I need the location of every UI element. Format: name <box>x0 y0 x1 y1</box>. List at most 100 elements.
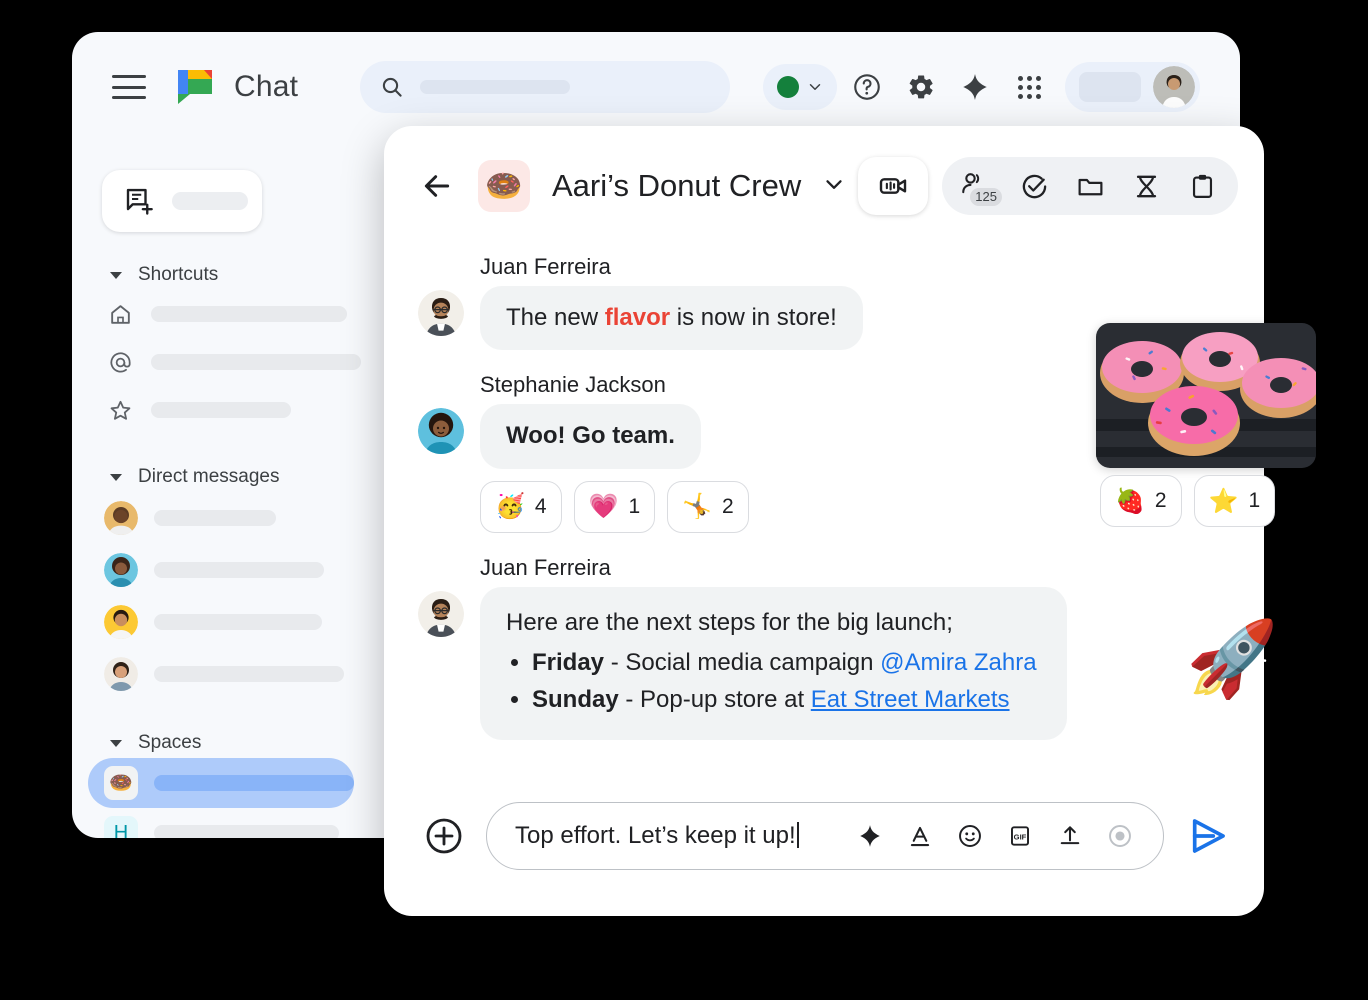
back-arrow-icon[interactable] <box>418 167 456 205</box>
message-sender: Juan Ferreira <box>480 254 1234 280</box>
screenshot-stage: Chat <box>0 0 1368 1000</box>
sidebar-item-space-h[interactable]: H <box>102 808 402 838</box>
plus-circle-icon <box>424 816 464 856</box>
svg-text:GIF: GIF <box>1014 832 1027 841</box>
upload-icon <box>1057 823 1083 849</box>
sidebar-item-label-bar <box>151 306 347 322</box>
sidebar-item-home[interactable] <box>102 290 402 338</box>
record-button[interactable] <box>1103 819 1137 853</box>
direct-messages-section-header[interactable]: Direct messages <box>102 462 402 492</box>
folder-icon <box>1076 172 1105 201</box>
gif-icon: GIF <box>1007 823 1033 849</box>
bullet-text: - Social media campaign <box>604 649 880 676</box>
sidebar-item-dm[interactable] <box>102 648 402 700</box>
clipboard-button[interactable] <box>1176 162 1228 210</box>
files-button[interactable] <box>1064 162 1116 210</box>
chevron-down-icon[interactable] <box>821 171 847 202</box>
tool-group: 125 <box>942 157 1238 215</box>
reaction-chip[interactable]: 🥳 4 <box>480 481 562 533</box>
record-icon <box>1107 823 1133 849</box>
shortcuts-section-header[interactable]: Shortcuts <box>102 260 402 290</box>
send-button[interactable] <box>1186 814 1230 858</box>
person-3-avatar <box>104 605 138 639</box>
party-face-emoji-icon: 🥳 <box>495 492 525 521</box>
tasks-button[interactable] <box>1008 162 1060 210</box>
sidebar-item-label-bar <box>154 562 324 578</box>
external-link[interactable]: Eat Street Markets <box>811 686 1010 713</box>
stephanie-avatar <box>418 408 464 454</box>
reaction-chip[interactable]: ⭐ 1 <box>1194 475 1276 527</box>
message-bubble: Woo! Go team. <box>480 404 701 468</box>
google-chat-logo <box>174 66 216 108</box>
emoji-button[interactable] <box>953 819 987 853</box>
compose-bar: Top effort. Let’s keep it up! <box>384 802 1264 870</box>
sparkle-icon <box>960 72 990 102</box>
reaction-count: 1 <box>628 495 640 519</box>
reaction-count: 4 <box>535 495 547 519</box>
sidebar-item-mentions[interactable] <box>102 338 402 386</box>
home-icon <box>107 301 133 327</box>
top-bar-actions <box>763 62 1200 112</box>
video-camera-icon <box>877 170 909 202</box>
sidebar-item-dm[interactable] <box>102 596 402 648</box>
mention-link[interactable]: @Amira Zahra <box>880 649 1036 676</box>
bullet-item: Friday - Social media campaign @Amira Za… <box>532 647 1037 679</box>
add-attachment-button[interactable] <box>424 816 464 856</box>
reaction-chip[interactable]: 💗 1 <box>574 481 656 533</box>
photo-reaction-list: 🍓 2 ⭐ 1 <box>1100 475 1275 527</box>
start-meeting-button[interactable] <box>858 157 928 215</box>
star-emoji-icon: ⭐ <box>1209 487 1239 516</box>
status-selector[interactable] <box>763 64 837 110</box>
star-icon <box>107 397 133 423</box>
spaces-section-header[interactable]: Spaces <box>102 728 402 758</box>
sidebar-item-label-bar <box>154 775 354 791</box>
compose-tools: GIF <box>853 819 1137 853</box>
format-text-icon <box>907 823 933 849</box>
text-cursor <box>797 822 799 848</box>
bullet-day: Friday <box>532 649 604 676</box>
format-text-button[interactable] <box>903 819 937 853</box>
settings-button[interactable] <box>897 63 945 111</box>
message-input[interactable]: Top effort. Let’s keep it up! <box>486 802 1164 870</box>
reaction-chip[interactable]: 🍓 2 <box>1100 475 1182 527</box>
chevron-down-icon <box>806 78 824 96</box>
sidebar-item-dm[interactable] <box>102 492 402 544</box>
search-placeholder-bar <box>420 80 570 94</box>
sidebar-item-space-donut[interactable]: 🍩 <box>88 758 354 808</box>
new-chat-button[interactable] <box>102 170 262 232</box>
gemini-compose-button[interactable] <box>853 819 887 853</box>
account-chip[interactable] <box>1065 62 1200 112</box>
apps-button[interactable] <box>1005 63 1053 111</box>
upload-button[interactable] <box>1053 819 1087 853</box>
message-input-text: Top effort. Let’s keep it up! <box>515 822 796 849</box>
gemini-button[interactable] <box>951 63 999 111</box>
status-dot <box>777 76 799 98</box>
check-circle-icon <box>1020 172 1049 201</box>
message-bullet-list: Friday - Social media campaign @Amira Za… <box>532 647 1037 716</box>
message-sender: Juan Ferreira <box>480 555 1234 581</box>
section-label: Shortcuts <box>138 264 218 286</box>
sidebar-item-label-bar <box>154 510 276 526</box>
reaction-count: 2 <box>1155 489 1167 513</box>
sidebar-section-spaces: Spaces 🍩 H 🍭 🥳 <box>102 728 402 838</box>
gif-button[interactable]: GIF <box>1003 819 1037 853</box>
hamburger-menu-icon[interactable] <box>112 75 146 99</box>
sidebar-section-direct-messages: Direct messages <box>102 462 402 700</box>
sidebar-item-label-bar <box>151 354 361 370</box>
help-button[interactable] <box>843 63 891 111</box>
person-2-avatar <box>104 553 138 587</box>
huddle-button[interactable] <box>1120 162 1172 210</box>
clipboard-icon <box>1188 172 1217 201</box>
donut-emoji-icon: 🍩 <box>104 766 138 800</box>
sidebar-item-starred[interactable] <box>102 386 402 434</box>
message-text-before: The new <box>506 304 605 331</box>
sparkle-icon <box>857 823 883 849</box>
members-button[interactable]: 125 <box>952 162 1004 210</box>
rocket-emoji-icon: 🚀 <box>1186 622 1278 696</box>
sidebar-item-label-bar <box>154 825 339 838</box>
sidebar-item-label-bar <box>154 666 344 682</box>
search-input[interactable] <box>360 61 730 113</box>
sidebar-item-label-bar <box>154 614 322 630</box>
sidebar-item-dm[interactable] <box>102 544 402 596</box>
reaction-chip[interactable]: 🤸 2 <box>667 481 749 533</box>
